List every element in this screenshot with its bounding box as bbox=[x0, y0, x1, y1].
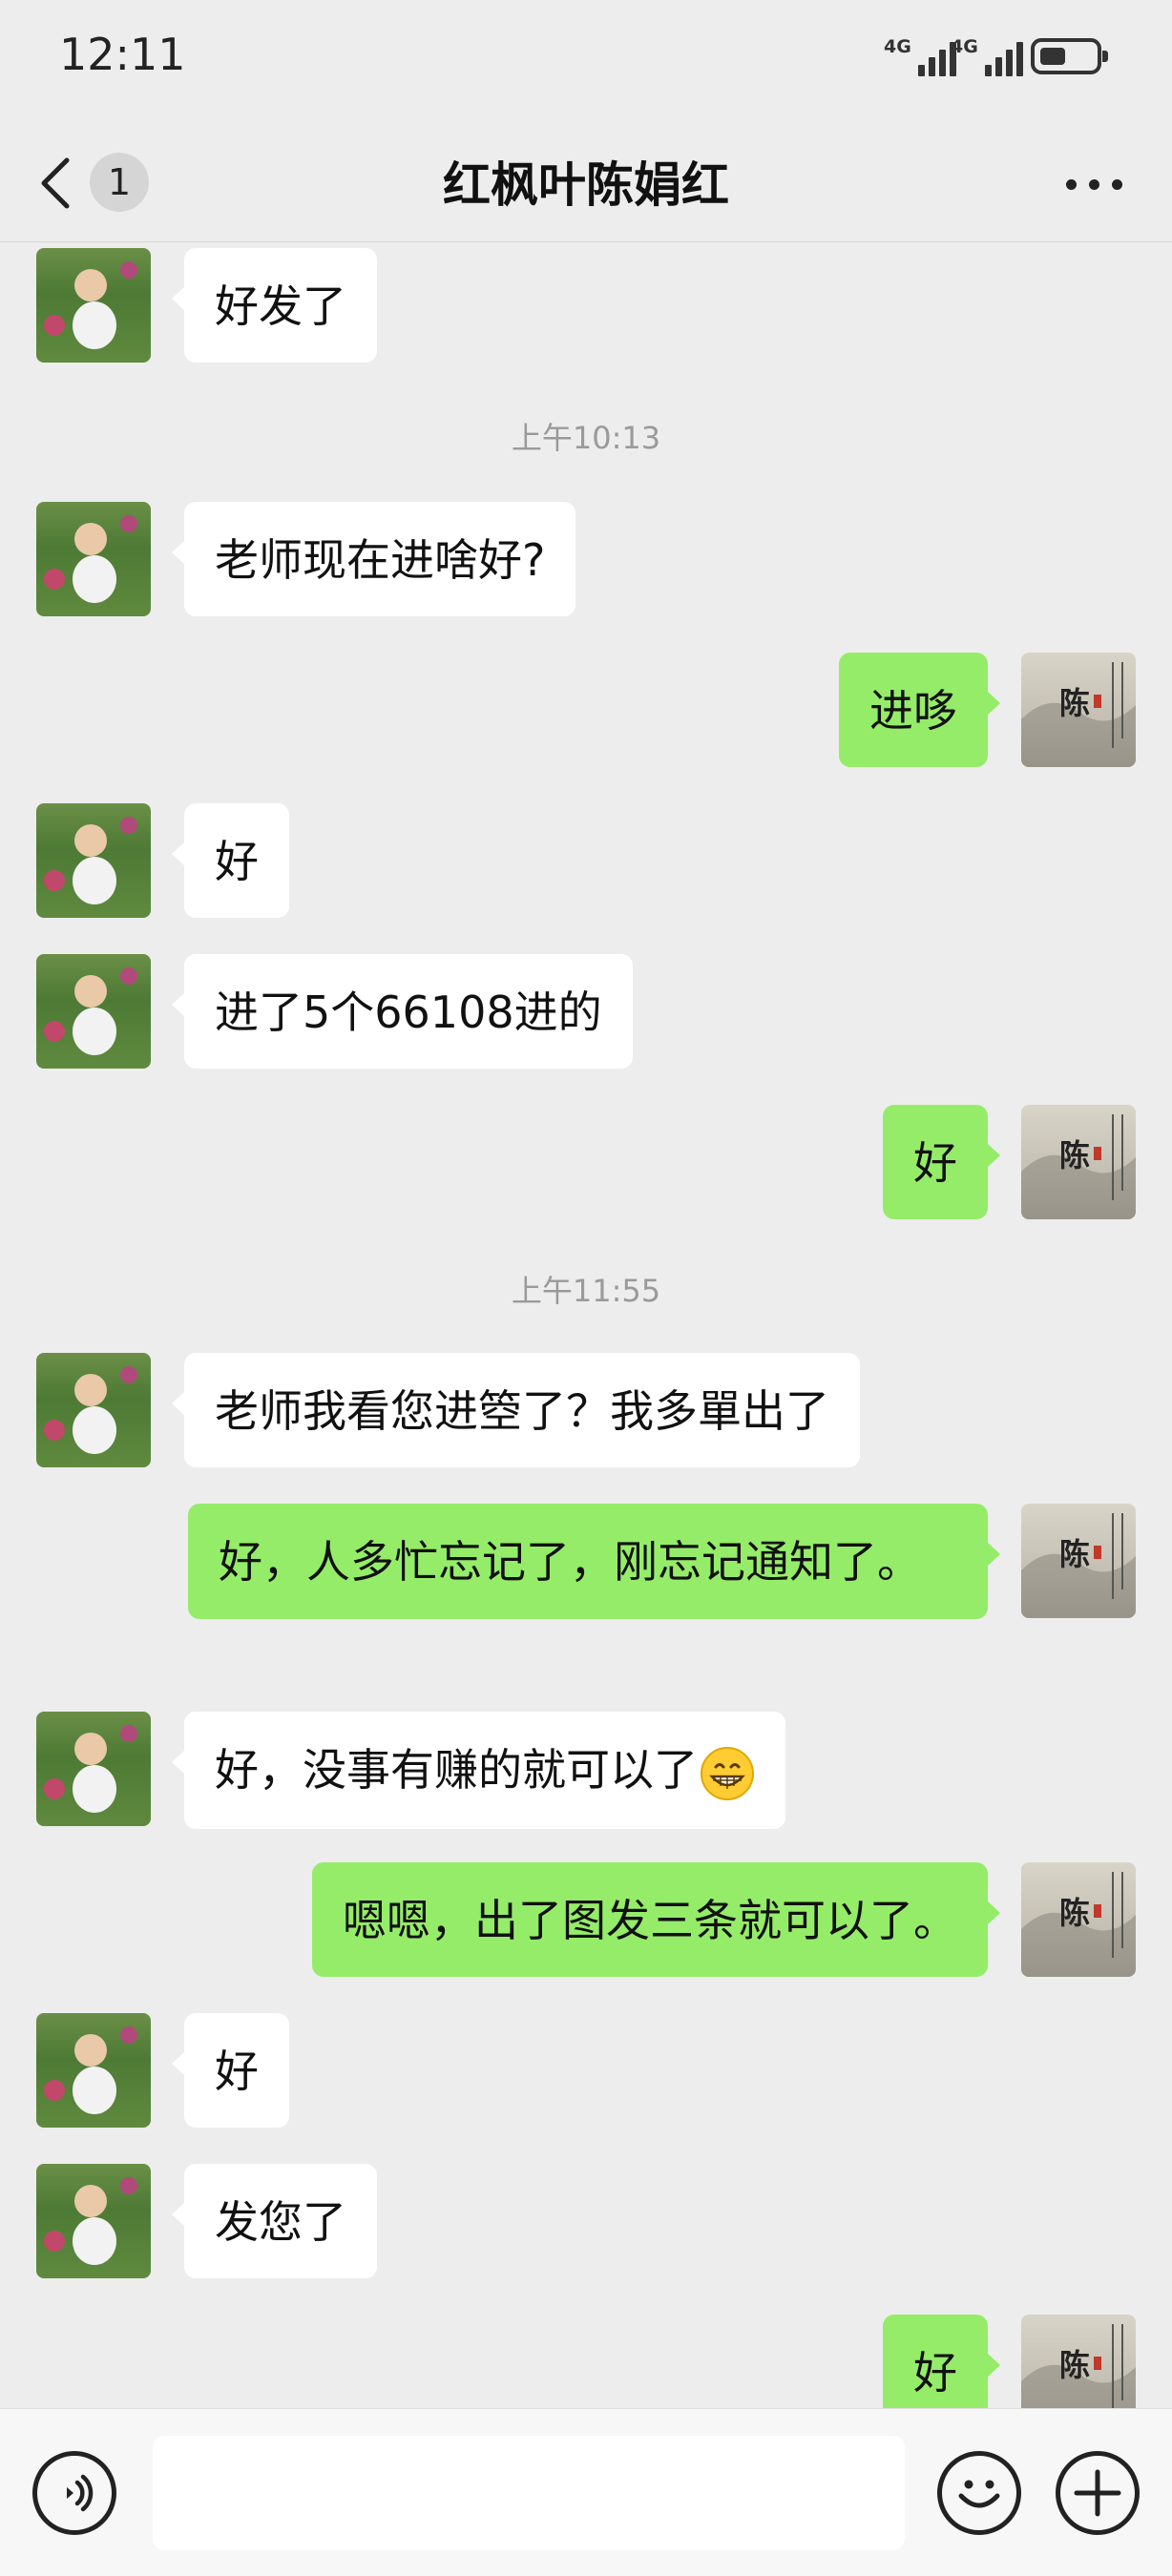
message-bubble[interactable]: 进了5个66108进的 bbox=[172, 954, 633, 1069]
message-bubble[interactable]: 好发了 bbox=[172, 248, 377, 363]
timestamp: 上午11:55 bbox=[511, 1273, 661, 1309]
message-outgoing: 陈 好 bbox=[0, 2315, 1172, 2408]
message-incoming: 好发了 bbox=[0, 248, 1172, 363]
svg-text:陈: 陈 bbox=[1059, 1137, 1090, 1174]
message-bubble[interactable]: 好 bbox=[172, 803, 289, 918]
message-outgoing: 陈 嗯嗯，出了图发三条就可以了。 bbox=[0, 1862, 1172, 1977]
grinning-face-emoji-icon bbox=[701, 1746, 754, 1800]
message-incoming: 好 bbox=[0, 2013, 1172, 2128]
svg-text:陈: 陈 bbox=[1059, 2347, 1090, 2383]
my-avatar[interactable]: 陈 bbox=[1021, 653, 1136, 767]
voice-icon bbox=[67, 2474, 94, 2512]
message-bubble[interactable]: 老师现在进啥好? bbox=[172, 502, 576, 616]
emoji-button[interactable] bbox=[937, 2451, 1021, 2535]
my-avatar[interactable]: 陈 bbox=[1021, 1862, 1136, 1977]
message-bubble[interactable]: 好 bbox=[883, 1105, 1000, 1219]
message-outgoing: 陈 好，人多忙忘记了，刚忘记通知了。 bbox=[0, 1504, 1172, 1619]
message-incoming: 进了5个66108进的 bbox=[0, 954, 1172, 1069]
message-incoming: 老师现在进啥好? bbox=[0, 502, 1172, 616]
more-dots-icon[interactable] bbox=[1066, 179, 1123, 191]
contact-avatar[interactable] bbox=[36, 502, 151, 616]
status-bar: 12:11 4G 4G bbox=[0, 0, 1172, 114]
chat-header: 1 红枫叶陈娟红 bbox=[0, 114, 1172, 242]
message-bubble[interactable]: 好 bbox=[172, 2013, 289, 2128]
signal-2-icon: 4G bbox=[951, 36, 1033, 78]
message-bubble[interactable]: 进哆 bbox=[839, 653, 1000, 767]
contact-avatar[interactable] bbox=[36, 1353, 151, 1467]
message-incoming: 老师我看您进箜了？我多單出了 bbox=[0, 1353, 1172, 1467]
message-bubble[interactable]: 好，没事有赚的就可以了 bbox=[172, 1712, 785, 1829]
contact-avatar[interactable] bbox=[36, 1712, 151, 1826]
svg-text:陈: 陈 bbox=[1059, 1536, 1090, 1572]
contact-avatar[interactable] bbox=[36, 803, 151, 918]
message-bubble[interactable]: 嗯嗯，出了图发三条就可以了。 bbox=[312, 1862, 1000, 1977]
more-functions-button[interactable] bbox=[1056, 2451, 1140, 2535]
message-incoming: 好，没事有赚的就可以了 bbox=[0, 1712, 1172, 1829]
message-bubble[interactable]: 老师我看您进箜了？我多單出了 bbox=[172, 1353, 860, 1467]
contact-avatar[interactable] bbox=[36, 2013, 151, 2128]
message-outgoing: 陈 进哆 bbox=[0, 653, 1172, 767]
contact-avatar[interactable] bbox=[36, 2164, 151, 2278]
message-bubble[interactable]: 发您了 bbox=[172, 2164, 377, 2278]
contact-avatar[interactable] bbox=[36, 954, 151, 1069]
message-incoming: 好 bbox=[0, 803, 1172, 918]
svg-text:陈: 陈 bbox=[1059, 1895, 1090, 1931]
status-time: 12:11 bbox=[59, 29, 186, 80]
message-list[interactable]: 好发了 上午10:13 老师现在进啥好? 陈 进哆 好 进了5个66108进的 … bbox=[0, 242, 1172, 2408]
contact-avatar[interactable] bbox=[36, 248, 151, 363]
plus-icon bbox=[1074, 2469, 1121, 2517]
battery-icon bbox=[1031, 38, 1108, 74]
message-bubble[interactable]: 好 bbox=[883, 2315, 1000, 2408]
message-incoming: 发您了 bbox=[0, 2164, 1172, 2278]
emoji-icon bbox=[958, 2480, 1000, 2508]
message-bubble[interactable]: 好，人多忙忘记了，刚忘记通知了。 bbox=[188, 1504, 1000, 1619]
svg-text:陈: 陈 bbox=[1059, 685, 1090, 721]
input-bar bbox=[0, 2408, 1172, 2576]
chat-screen: 12:11 4G 4G 1 红枫叶陈娟红 好发了 上午10:13 老师现在进啥好… bbox=[0, 0, 1172, 2576]
my-avatar[interactable]: 陈 bbox=[1021, 2315, 1136, 2408]
message-outgoing: 陈 好 bbox=[0, 1105, 1172, 1219]
my-avatar[interactable]: 陈 bbox=[1021, 1504, 1136, 1618]
my-avatar[interactable]: 陈 bbox=[1021, 1105, 1136, 1219]
voice-input-button[interactable] bbox=[32, 2451, 116, 2535]
message-input[interactable] bbox=[153, 2436, 905, 2550]
chat-title: 红枫叶陈娟红 bbox=[443, 157, 729, 213]
timestamp: 上午10:13 bbox=[511, 420, 661, 456]
